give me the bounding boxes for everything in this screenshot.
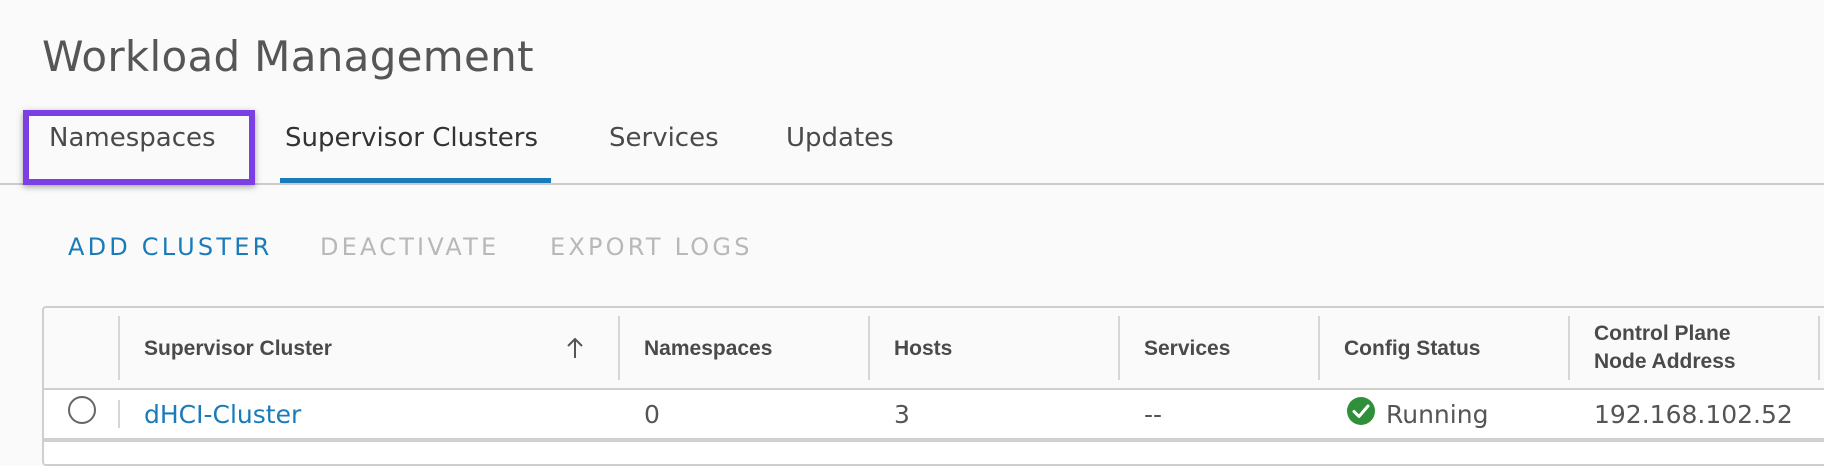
deactivate-button[interactable]: DEACTIVATE (320, 233, 499, 261)
export-logs-button[interactable]: EXPORT LOGS (550, 233, 753, 261)
tab-namespaces[interactable]: Namespaces (49, 123, 216, 153)
column-separator (1818, 316, 1820, 380)
cell-control-plane-address: 192.168.102.52 (1594, 400, 1793, 429)
column-header-config-status[interactable]: Config Status (1344, 337, 1481, 361)
tab-updates[interactable]: Updates (786, 123, 894, 153)
cell-config-status: Running (1386, 400, 1489, 429)
column-separator (1568, 316, 1570, 380)
row-separator (118, 400, 120, 428)
column-separator (1118, 316, 1120, 380)
active-tab-indicator (280, 178, 551, 183)
add-cluster-button[interactable]: ADD CLUSTER (68, 233, 272, 261)
page-title: Workload Management (42, 32, 534, 81)
column-separator (1318, 316, 1320, 380)
column-header-hosts[interactable]: Hosts (894, 337, 952, 361)
column-header-services[interactable]: Services (1144, 337, 1230, 361)
column-header-control-plane-line2[interactable]: Node Address (1594, 350, 1736, 374)
supervisor-clusters-table: Supervisor Cluster Namespaces Hosts Serv… (42, 306, 1824, 466)
column-header-namespaces[interactable]: Namespaces (644, 337, 772, 361)
cluster-name-link[interactable]: dHCI-Cluster (144, 400, 301, 429)
tab-supervisor-clusters[interactable]: Supervisor Clusters (285, 123, 538, 153)
column-header-control-plane-line1[interactable]: Control Plane (1594, 322, 1731, 346)
cell-namespaces: 0 (644, 400, 660, 429)
cell-hosts: 3 (894, 400, 910, 429)
column-separator (118, 316, 120, 380)
column-header-supervisor-cluster[interactable]: Supervisor Cluster (144, 337, 332, 361)
table-header-row: Supervisor Cluster Namespaces Hosts Serv… (44, 308, 1824, 390)
check-circle-icon (1347, 397, 1375, 425)
tab-bar (0, 112, 1824, 184)
column-separator (868, 316, 870, 380)
table-row-divider (44, 438, 1824, 442)
cell-services: -- (1144, 400, 1163, 429)
column-separator (618, 316, 620, 380)
tab-bar-divider (0, 183, 1824, 185)
tab-services[interactable]: Services (609, 123, 719, 153)
row-select-radio[interactable] (68, 396, 96, 424)
arrow-up-icon[interactable] (566, 336, 584, 360)
